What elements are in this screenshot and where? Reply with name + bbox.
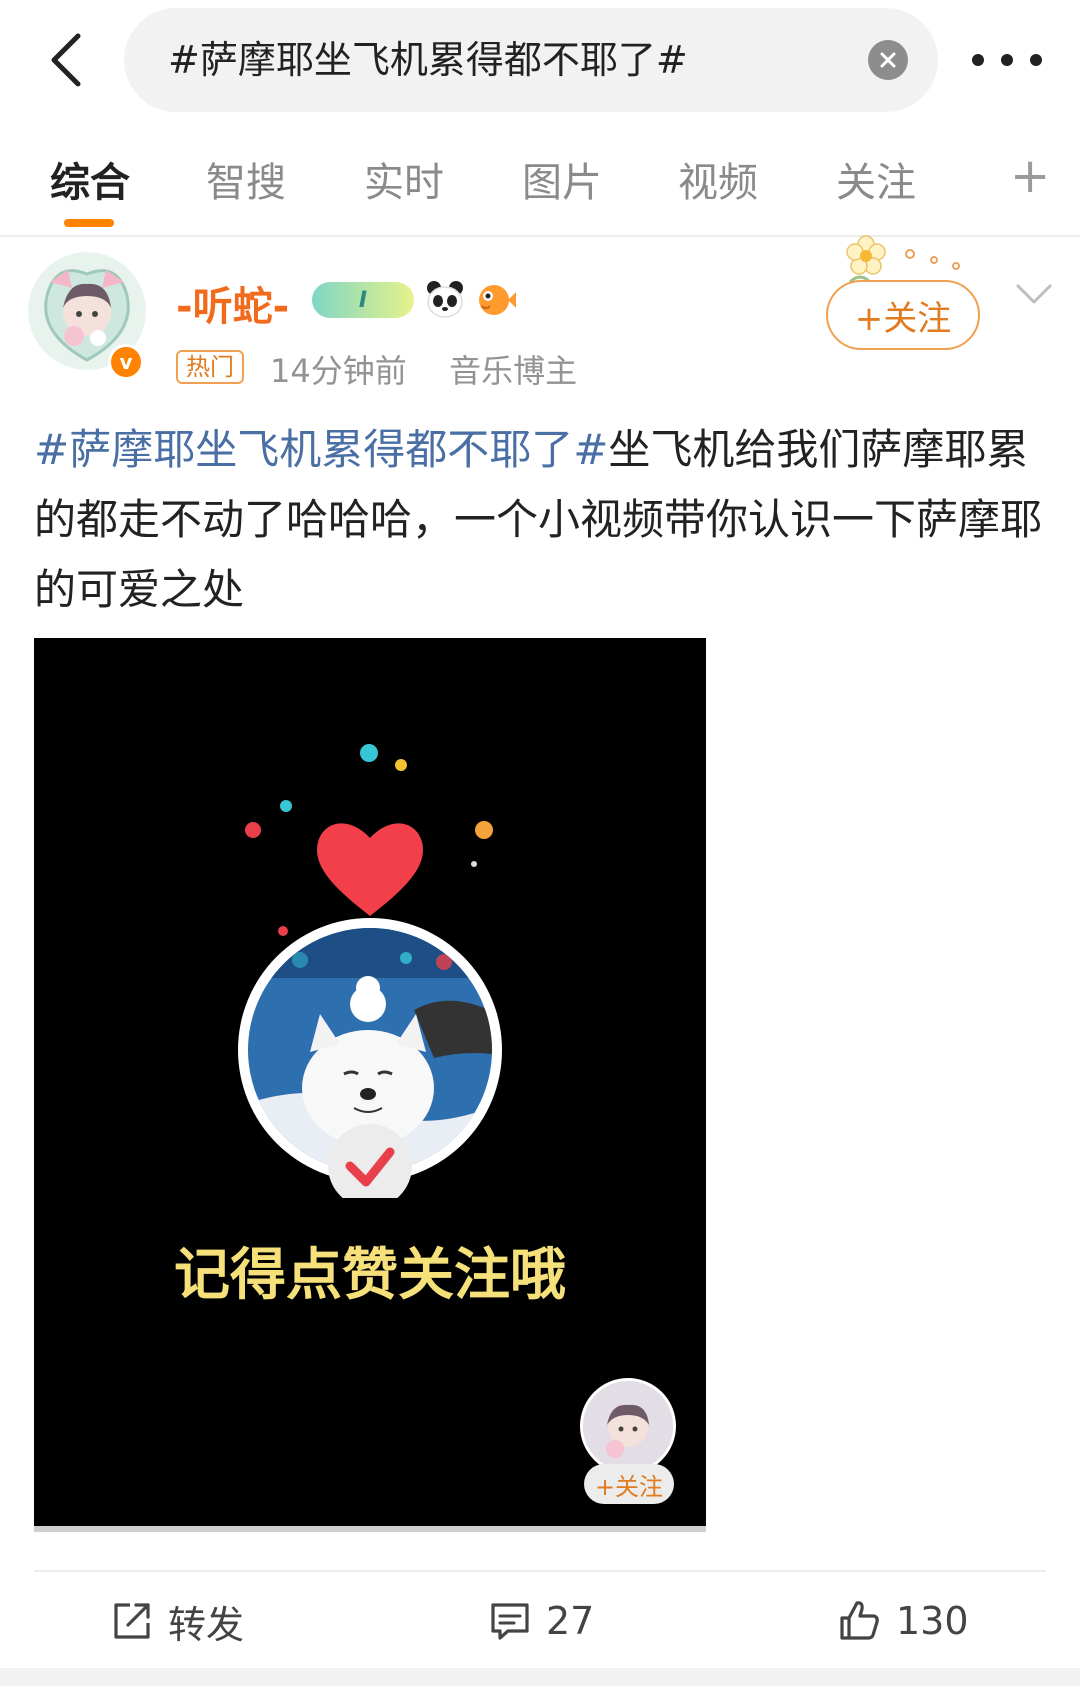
video-progress-bar — [34, 1526, 706, 1532]
post-meta: 14分钟前 音乐博主 — [270, 346, 577, 392]
puffer-fish-icon — [479, 285, 516, 315]
bottom-separator — [0, 1668, 1080, 1686]
post-body: #萨摩耶坐飞机累得都不耶了#坐飞机给我们萨摩耶累的都走不动了哈哈哈，一个小视频带… — [34, 415, 1054, 625]
video-author-avatar[interactable] — [580, 1378, 676, 1474]
author-title: 音乐博主 — [449, 352, 578, 390]
like-count: 130 — [896, 1599, 969, 1643]
search-tabs: 综合 智搜 实时 图片 视频 关注 + — [0, 130, 1080, 236]
active-tab-indicator — [64, 219, 114, 227]
post-hashtag-link[interactable]: #萨摩耶坐飞机累得都不耶了# — [34, 425, 608, 474]
close-icon — [880, 52, 896, 68]
comment-count: 27 — [546, 1599, 595, 1643]
top-bar: #萨摩耶坐飞机累得都不耶了# — [0, 0, 1080, 120]
video-frame-illustration — [238, 744, 502, 1198]
search-query-text: #萨摩耶坐飞机累得都不耶了# — [168, 38, 688, 82]
actions-divider — [34, 1570, 1046, 1572]
verified-badge-icon: v — [108, 344, 144, 380]
panda-icon — [427, 281, 463, 318]
more-options-button[interactable] — [972, 40, 1042, 80]
search-input[interactable]: #萨摩耶坐飞机累得都不耶了# — [124, 8, 938, 112]
add-tab-button[interactable]: + — [1010, 148, 1050, 204]
comment-icon — [491, 1603, 529, 1640]
tab-images[interactable]: 图片 — [522, 150, 602, 208]
repost-label: 转发 — [168, 1602, 245, 1647]
follow-button[interactable]: +关注 — [826, 280, 980, 350]
clear-search-button[interactable] — [868, 40, 908, 80]
thumbs-up-icon — [840, 1601, 879, 1640]
like-button[interactable]: 130 — [836, 1594, 969, 1648]
more-dot-icon — [1030, 54, 1042, 66]
more-dot-icon — [1001, 54, 1013, 66]
back-arrow-icon — [51, 33, 81, 87]
member-level-badge: I — [312, 282, 414, 318]
repost-button[interactable]: 转发 — [110, 1594, 244, 1648]
more-dot-icon — [972, 54, 984, 66]
member-level-text: I — [358, 287, 368, 313]
back-button[interactable] — [36, 28, 96, 92]
tab-smart-search[interactable]: 智搜 — [206, 150, 286, 208]
hot-tag: 热门 — [176, 350, 244, 384]
author-name[interactable]: -听蛇- — [176, 274, 289, 332]
tab-following[interactable]: 关注 — [836, 150, 916, 208]
share-icon — [114, 1603, 150, 1639]
tab-comprehensive[interactable]: 综合 — [50, 150, 130, 208]
tab-realtime[interactable]: 实时 — [364, 150, 444, 208]
post-time: 14分钟前 — [270, 352, 407, 390]
comment-button[interactable]: 27 — [488, 1594, 594, 1648]
chevron-down-icon[interactable] — [1014, 280, 1054, 310]
video-follow-button[interactable]: +关注 — [584, 1464, 674, 1504]
video-player[interactable]: 记得点赞关注哦 +关注 — [34, 638, 706, 1526]
tab-videos[interactable]: 视频 — [678, 150, 758, 208]
avatar-illustration — [583, 1381, 673, 1471]
video-caption: 记得点赞关注哦 — [174, 1243, 566, 1308]
